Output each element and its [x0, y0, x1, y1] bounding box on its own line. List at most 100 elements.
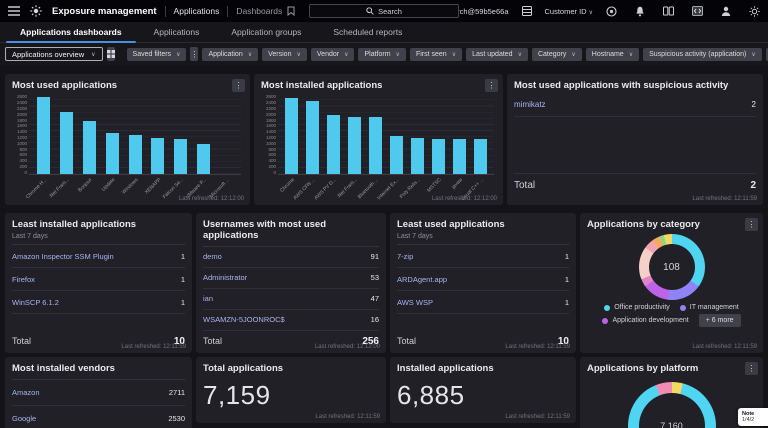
product-logo-icon	[30, 5, 42, 17]
platform-donut-chart[interactable]: 7,160	[628, 382, 716, 428]
table-row[interactable]: AWS WSP1	[397, 291, 569, 314]
bar[interactable]	[174, 139, 187, 174]
table-row[interactable]: Firefox1	[12, 268, 185, 291]
hamburger-menu-icon[interactable]	[8, 6, 20, 16]
category-donut-chart[interactable]: 108	[639, 234, 705, 300]
dashboard-view-select[interactable]: Applications overview∨	[5, 47, 103, 61]
bar[interactable]	[197, 144, 210, 174]
legend-more-button[interactable]: + 6 more	[699, 314, 741, 327]
table-row[interactable]: mimikatz2	[514, 91, 756, 117]
bookmark-icon[interactable]	[287, 6, 295, 16]
bar[interactable]	[474, 139, 487, 174]
table-row[interactable]: Amazon2711	[12, 380, 185, 406]
layout-grid-button[interactable]	[107, 47, 115, 61]
tick-label: 2400	[266, 101, 276, 106]
row-value: 2530	[168, 414, 185, 423]
filter-chip-label: First seen	[416, 51, 447, 58]
panel-subtitle: Last 7 days	[397, 233, 569, 245]
table-row[interactable]: WinSCP 6.1.21	[12, 291, 185, 314]
workspace-icon[interactable]	[606, 6, 617, 17]
table-row[interactable]: WSAMZN-5JOONROC$16	[203, 310, 379, 331]
filter-chip-application[interactable]: Application∨	[202, 48, 258, 61]
tick-label: 2200	[17, 107, 27, 112]
bar-column	[281, 95, 302, 174]
row-label: Firefox	[12, 275, 35, 284]
bar[interactable]	[432, 139, 445, 174]
last-refreshed: Last refreshed: 12:11:59	[505, 414, 570, 420]
filters-kebab-button[interactable]: ⋮	[190, 47, 198, 61]
filter-chip-first-seen[interactable]: First seen ∨	[410, 48, 462, 61]
search-placeholder: Search	[378, 7, 402, 16]
bar-column	[78, 95, 101, 174]
notifications-bell-icon[interactable]	[635, 6, 645, 17]
panel-title: Applications by platform	[587, 363, 756, 374]
row-value: 1	[565, 298, 569, 307]
api-code-icon[interactable]	[692, 6, 703, 16]
bar[interactable]	[306, 101, 319, 174]
axis-label-cell: .Net Fram...	[55, 175, 78, 197]
user-icon[interactable]	[721, 6, 731, 16]
table-row[interactable]: ian47	[203, 289, 379, 310]
customer-id-dropdown[interactable]: Customer ID∨	[545, 7, 594, 16]
most-used-applications-chart: 2600240022002000180016001400120010008006…	[12, 95, 243, 199]
bar-column	[365, 95, 386, 174]
filter-chip-hostname[interactable]: Hostname∨	[586, 48, 639, 61]
tab-applications-dashboards[interactable]: Applications dashboards	[6, 22, 136, 42]
panel-least-used-applications: Least used applications Last 7 days 7-zi…	[390, 213, 576, 353]
tick-label: 400	[19, 159, 27, 164]
filter-chip-last-updated[interactable]: Last updated∨	[466, 48, 528, 61]
theme-sun-icon[interactable]	[749, 6, 760, 17]
table-row[interactable]: demo91	[203, 247, 379, 268]
filter-chips: Application∨ Version∨ Vendor∨Platform∨ Firs…	[202, 48, 761, 61]
stack-icon[interactable]	[522, 6, 532, 16]
bar[interactable]	[411, 138, 424, 174]
axis-label: Windows	[121, 177, 140, 196]
tab-application-groups[interactable]: Application groups	[217, 22, 315, 42]
x-axis-labels: Chrome H....Net Fram...BonjourUpdateWind…	[29, 175, 241, 197]
filter-chip-vendor[interactable]: Vendor∨	[311, 48, 355, 61]
axis-label-cell: Update	[101, 175, 124, 197]
kebab-menu-icon[interactable]: ⋮	[745, 218, 758, 231]
kebab-menu-icon[interactable]: ⋮	[745, 362, 758, 375]
bar[interactable]	[37, 97, 50, 174]
filter-chip-suspicious-activity-application-[interactable]: Suspicious activity (application)∨	[643, 48, 762, 61]
kebab-menu-icon[interactable]: ⋮	[485, 79, 498, 92]
bar[interactable]	[106, 133, 119, 174]
cards-icon[interactable]	[663, 6, 674, 16]
saved-filters-dropdown[interactable]: Saved filters∨	[127, 48, 187, 61]
panel-most-used-applications: Most used applications ⋮ 260024002200200…	[5, 74, 250, 205]
filter-chip-platform[interactable]: Platform∨	[358, 48, 405, 61]
kebab-menu-icon[interactable]: ⋮	[232, 79, 245, 92]
chevron-down-icon: ∨	[452, 51, 456, 58]
table-row[interactable]: Google2530	[12, 406, 185, 428]
table-row[interactable]: 7-zip1	[397, 245, 569, 268]
bar[interactable]	[453, 139, 466, 174]
nav-dashboards[interactable]: Dashboards	[236, 6, 282, 16]
table-row[interactable]: ARDAgent.app1	[397, 268, 569, 291]
bar[interactable]	[60, 112, 73, 174]
bar[interactable]	[151, 138, 164, 174]
filter-chip-version[interactable]: Version∨	[262, 48, 307, 61]
filter-chip-category[interactable]: Category∨	[532, 48, 582, 61]
tab-applications[interactable]: Applications	[140, 22, 214, 42]
table-rows: Amazon2711Google2530	[12, 380, 185, 428]
bar[interactable]	[129, 135, 142, 175]
bar[interactable]	[285, 98, 298, 174]
panel-total-applications: Total applications 7,159 Last refreshed:…	[196, 357, 386, 423]
table-row[interactable]: Amazon Inspector SSM Plugin1	[12, 245, 185, 268]
bar[interactable]	[348, 117, 361, 175]
tab-scheduled-reports[interactable]: Scheduled reports	[319, 22, 416, 42]
note-overlay[interactable]: Note 1/4/2	[738, 408, 768, 426]
global-search-input[interactable]: Search	[309, 4, 459, 18]
tick-label: 1400	[266, 130, 276, 135]
nav-applications[interactable]: Applications	[174, 6, 220, 16]
bar[interactable]	[327, 115, 340, 174]
bar[interactable]	[369, 117, 382, 175]
chevron-down-icon: ∨	[571, 51, 575, 58]
legend-item: Application development	[602, 317, 688, 324]
bar[interactable]	[83, 121, 96, 174]
table-row[interactable]: Administrator53	[203, 268, 379, 289]
row-label: mimikatz	[514, 100, 546, 109]
panel-title: Most installed applications	[261, 80, 496, 91]
bar[interactable]	[390, 136, 403, 174]
